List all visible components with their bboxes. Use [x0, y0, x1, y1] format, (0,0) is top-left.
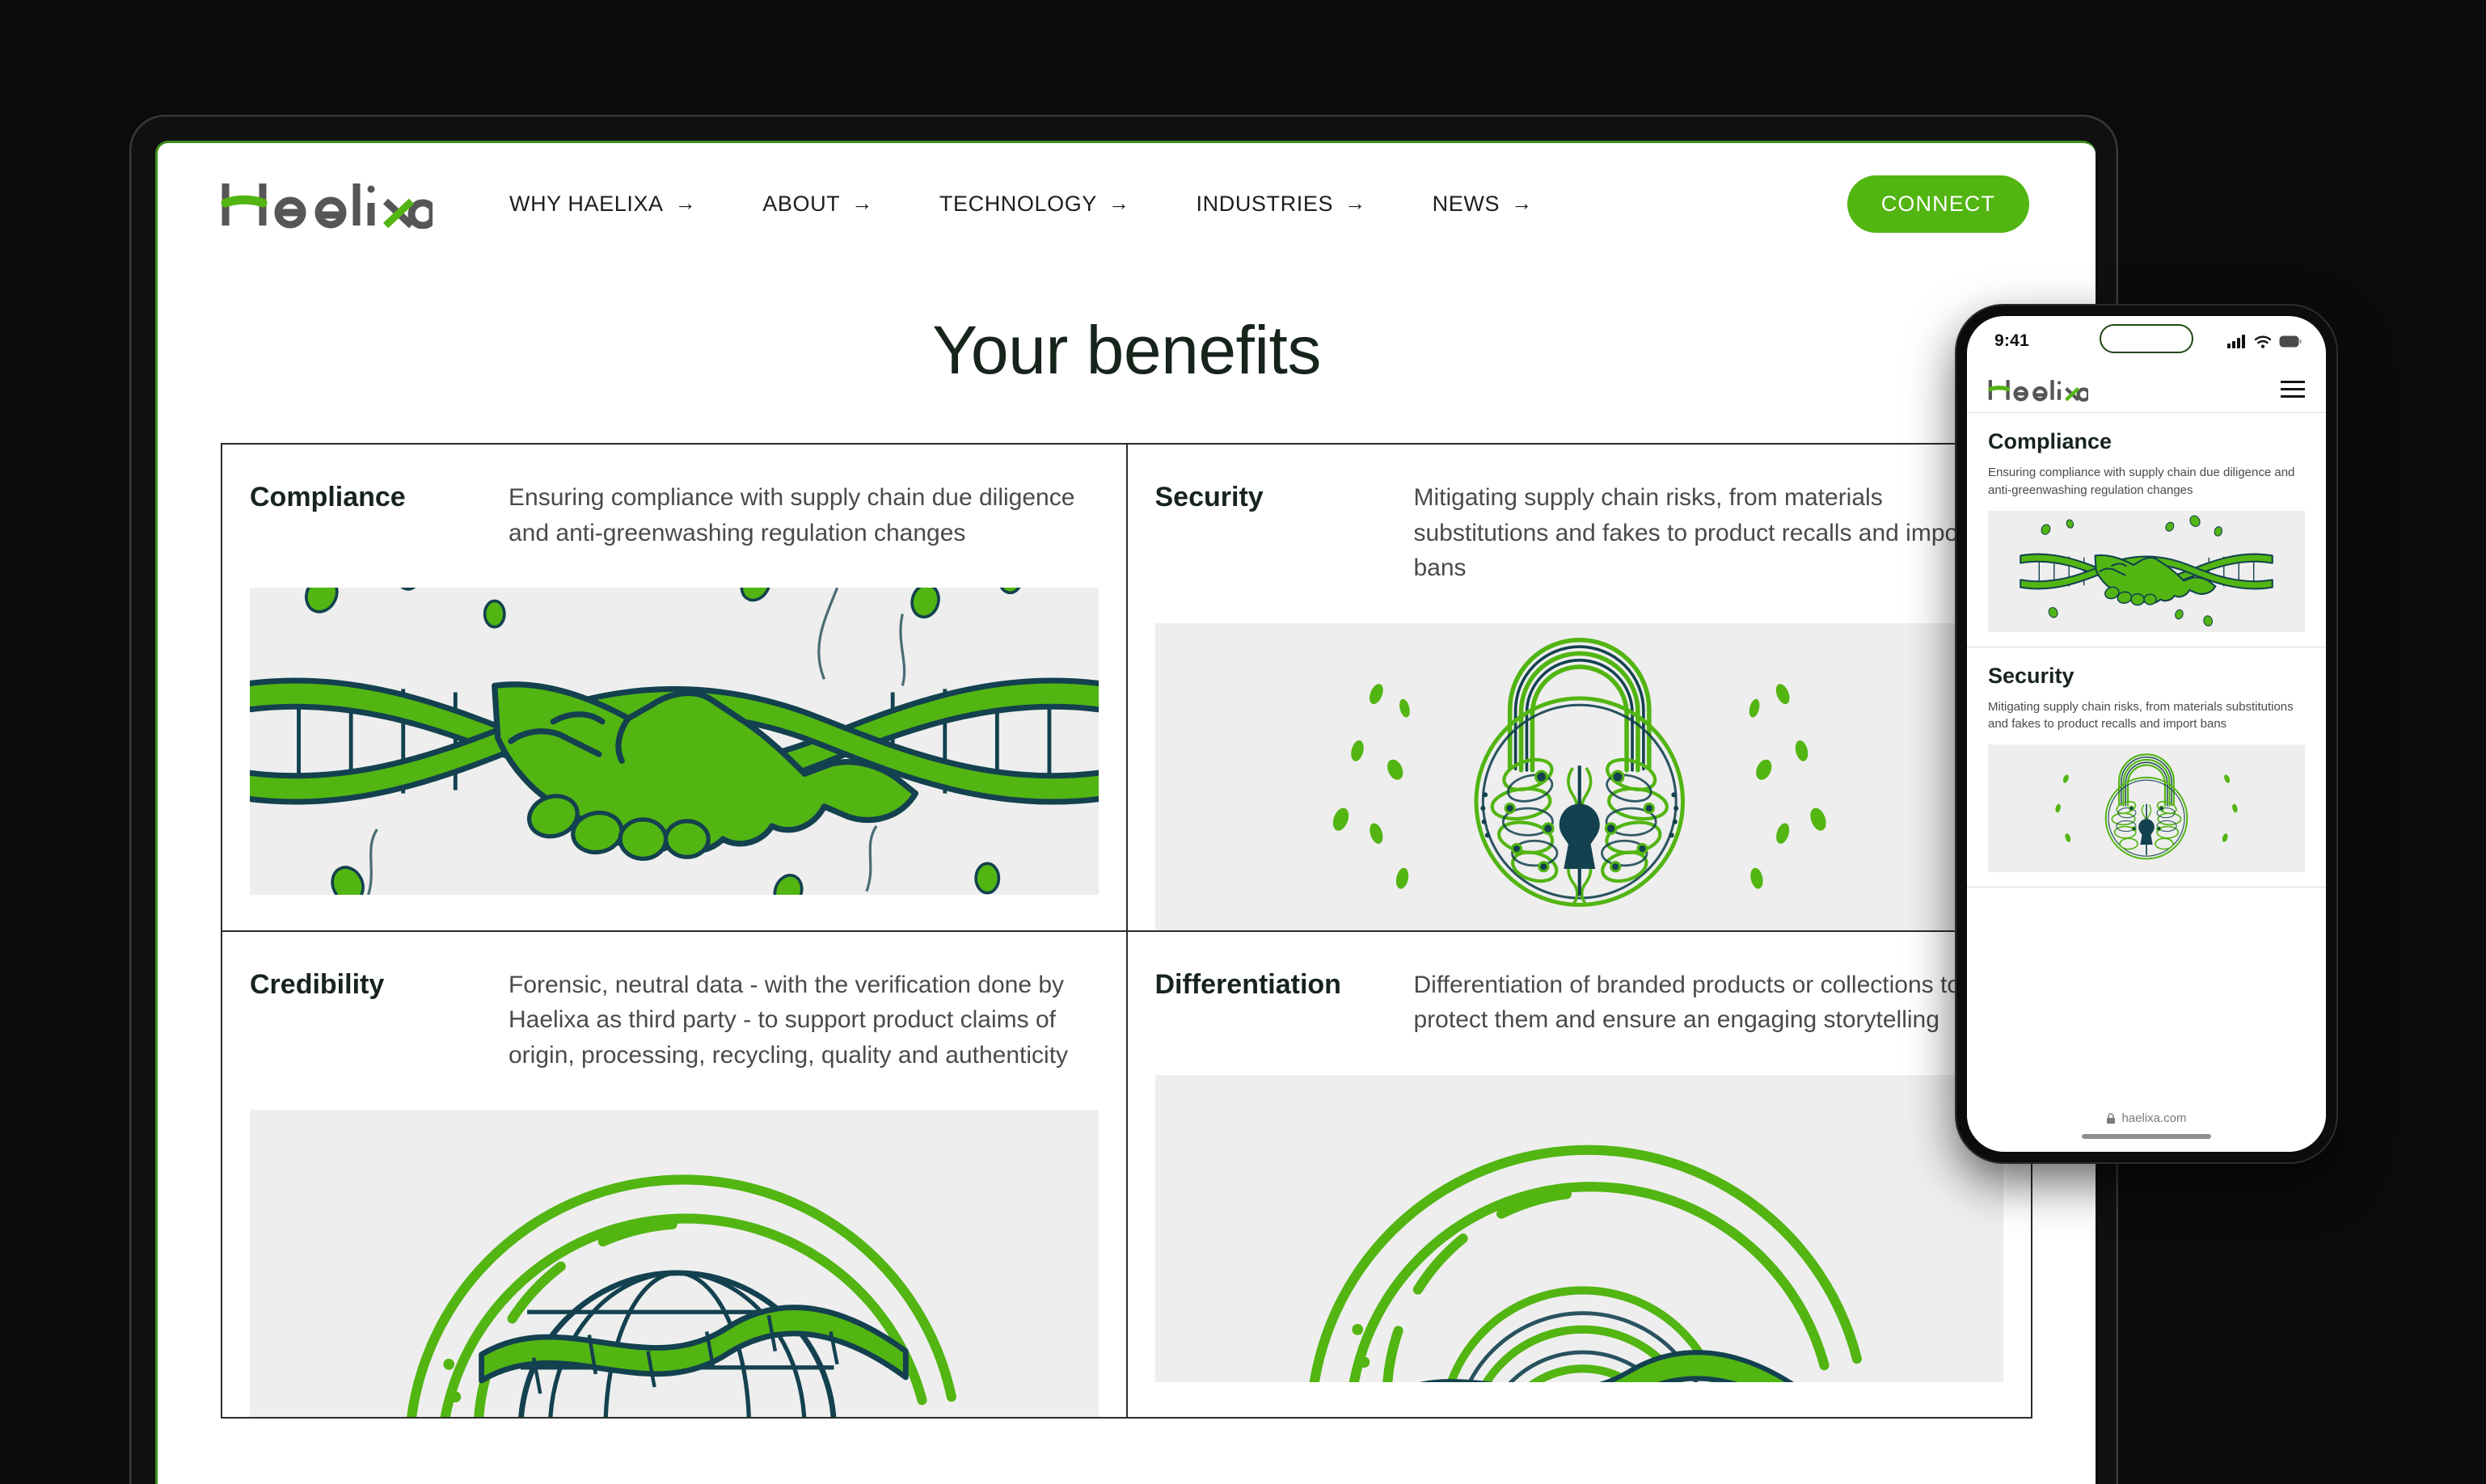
- nav-item-news[interactable]: NEWS →: [1433, 183, 1533, 225]
- nav-label: NEWS: [1432, 191, 1500, 216]
- section-title: Security: [1988, 663, 2074, 688]
- card-header: Compliance Ensuring compliance with supp…: [250, 480, 1099, 550]
- card-description: Mitigating supply chain risks, from mate…: [1413, 484, 1973, 581]
- nav-item-why-haelixa[interactable]: WHY HAELIXA →: [509, 183, 696, 225]
- status-icons: [2227, 334, 2302, 348]
- dynamic-island: [2100, 324, 2193, 353]
- card-title: Differentiation: [1154, 968, 1341, 1000]
- benefit-card-credibility[interactable]: Credibility Forensic, neutral data - wit…: [222, 931, 1128, 1419]
- hamburger-menu-icon[interactable]: [2281, 381, 2305, 398]
- benefits-grid: Compliance Ensuring compliance with supp…: [221, 443, 2032, 1419]
- nav-label: WHY HAELIXA: [509, 191, 664, 216]
- dna-globe-illustration: [250, 1110, 1099, 1417]
- nav-item-technology[interactable]: TECHNOLOGY →: [939, 183, 1130, 225]
- laptop-screen: WHY HAELIXA → ABOUT → TECHNOLOGY → INDUS…: [155, 141, 2096, 1484]
- arrow-right-icon: →: [851, 191, 873, 215]
- card-description: Differentiation of branded products or c…: [1413, 971, 1961, 1034]
- phone-mockup-frame: 9:41 Compliance Ensuring compliance with…: [1956, 306, 2336, 1162]
- benefit-card-differentiation[interactable]: Differentiation Differentiation of brand…: [1127, 931, 2032, 1419]
- dna-padlock-illustration: [1154, 622, 2003, 930]
- card-description: Ensuring compliance with supply chain du…: [509, 484, 1075, 546]
- card-description: Forensic, neutral data - with the verifi…: [509, 971, 1069, 1069]
- page-title: Your benefits: [932, 312, 1321, 388]
- phone-section-compliance[interactable]: Compliance Ensuring compliance with supp…: [1967, 413, 2326, 647]
- site-header: WHY HAELIXA → ABOUT → TECHNOLOGY → INDUS…: [158, 143, 2096, 264]
- arrow-right-icon: →: [674, 191, 697, 215]
- card-header: Security Mitigating supply chain risks, …: [1155, 480, 2004, 586]
- arrow-right-icon: →: [1108, 191, 1130, 215]
- card-title: Compliance: [250, 482, 406, 512]
- lock-icon: [2107, 1112, 2116, 1124]
- battery-icon: [2279, 335, 2302, 347]
- dna-padlock-illustration-mobile: [1988, 744, 2305, 872]
- laptop-frame: WHY HAELIXA → ABOUT → TECHNOLOGY → INDUS…: [129, 115, 2118, 1484]
- nav-label: INDUSTRIES: [1196, 191, 1334, 216]
- url-text: haelixa.com: [2121, 1111, 2187, 1125]
- phone-screen: 9:41 Compliance Ensuring compliance with…: [1967, 316, 2326, 1152]
- home-indicator[interactable]: [2082, 1134, 2211, 1139]
- card-header: Differentiation Differentiation of brand…: [1155, 968, 2004, 1038]
- wifi-icon: [2254, 335, 2272, 348]
- phone-status-bar: 9:41: [1967, 316, 2326, 366]
- nav-item-industries[interactable]: INDUSTRIES →: [1197, 183, 1366, 225]
- card-title: Security: [1154, 482, 1264, 512]
- benefit-card-security[interactable]: Security Mitigating supply chain risks, …: [1127, 445, 2032, 932]
- section-title: Compliance: [1988, 429, 2112, 453]
- haelixa-logo-mobile[interactable]: [1988, 377, 2088, 402]
- nav-item-about[interactable]: ABOUT →: [762, 183, 873, 225]
- dna-handshake-illustration-mobile: [1988, 510, 2305, 632]
- dna-handshake-illustration: [250, 588, 1099, 895]
- dna-fingerprint-illustration: [1154, 1074, 2003, 1382]
- url-bar[interactable]: haelixa.com: [2106, 1111, 2187, 1125]
- phone-section-security[interactable]: Security Mitigating supply chain risks, …: [1967, 647, 2326, 887]
- cellular-signal-icon: [2227, 334, 2245, 348]
- arrow-right-icon: →: [1511, 191, 1533, 215]
- phone-browser-footer: haelixa.com: [1967, 1107, 2326, 1152]
- screenshot-stage: WHY HAELIXA → ABOUT → TECHNOLOGY → INDUS…: [0, 0, 2486, 1484]
- status-time: 9:41: [1994, 331, 2029, 350]
- phone-header: [1967, 366, 2326, 413]
- arrow-right-icon: →: [1344, 191, 1366, 215]
- nav-label: TECHNOLOGY: [939, 191, 1097, 216]
- card-title: Credibility: [250, 968, 385, 1000]
- section-description: Ensuring compliance with supply chain du…: [1988, 466, 2295, 497]
- card-header: Credibility Forensic, neutral data - wit…: [250, 968, 1099, 1073]
- section-description: Mitigating supply chain risks, from mate…: [1988, 699, 2294, 731]
- main-navigation: WHY HAELIXA → ABOUT → TECHNOLOGY → INDUS…: [509, 183, 1847, 225]
- benefit-card-compliance[interactable]: Compliance Ensuring compliance with supp…: [222, 445, 1128, 932]
- connect-button[interactable]: CONNECT: [1847, 175, 2029, 233]
- haelixa-logo[interactable]: [221, 178, 433, 230]
- nav-label: ABOUT: [762, 191, 841, 216]
